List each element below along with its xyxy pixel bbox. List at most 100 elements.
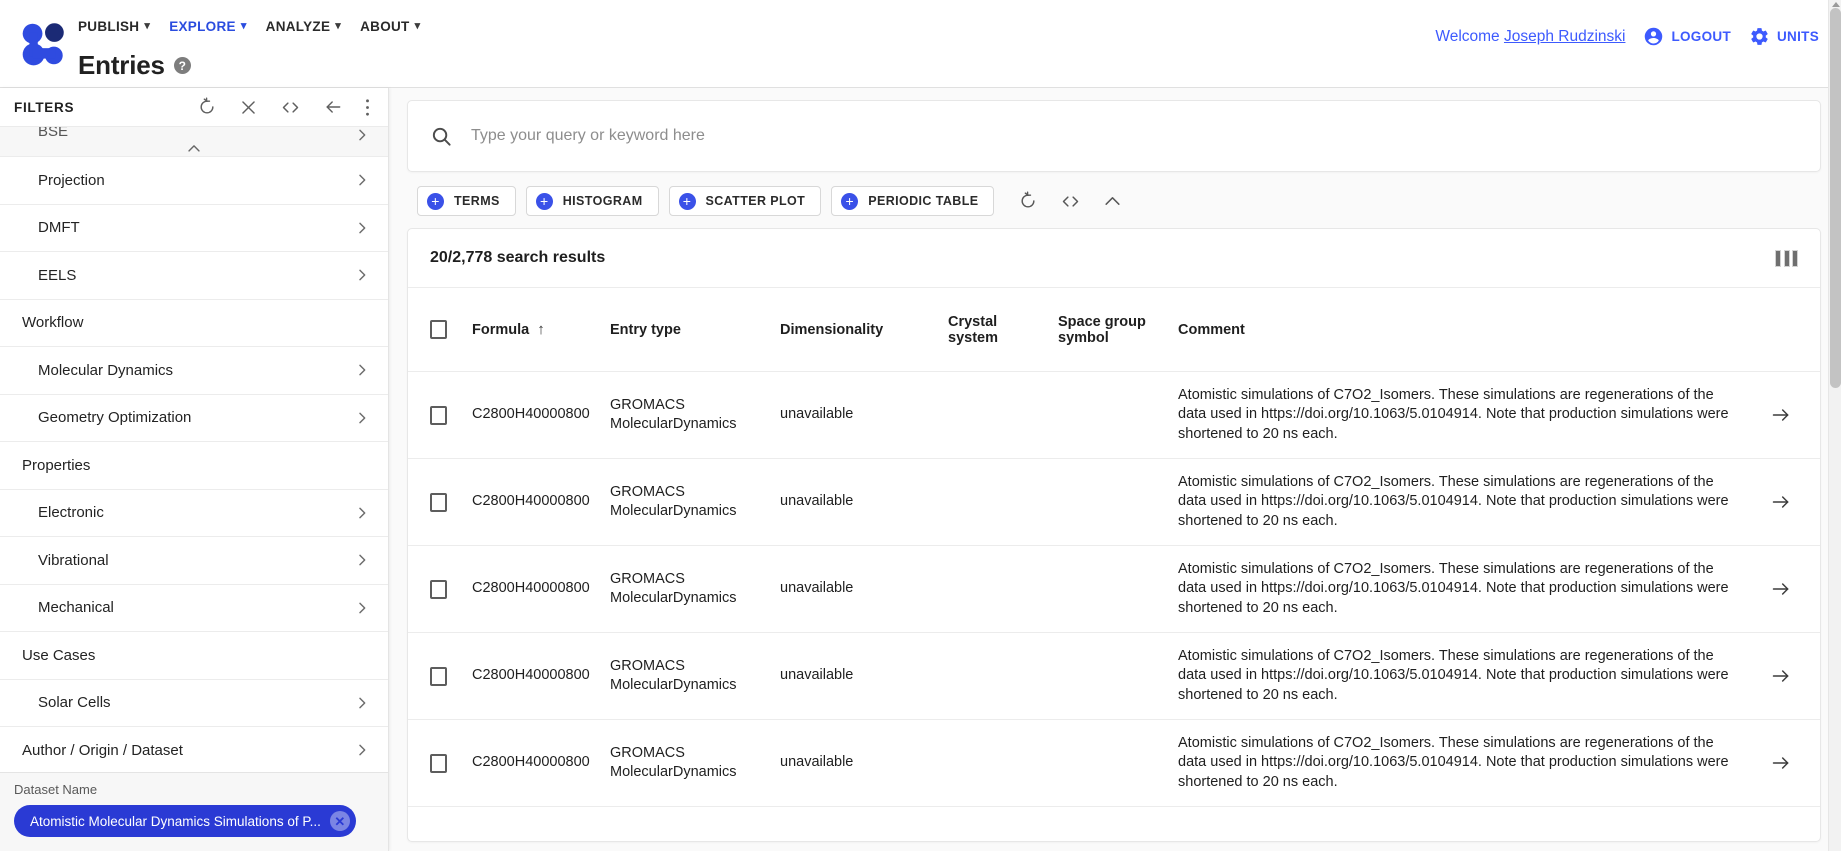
sidebar-item-label: EELS: [38, 266, 77, 284]
sidebar-item-projection[interactable]: Projection: [0, 157, 388, 205]
sidebar-item-label: Solar Cells: [38, 694, 111, 712]
cell-dimensionality: unavailable: [780, 719, 948, 807]
reset-viz-icon[interactable]: [1018, 191, 1038, 211]
arrow-right-icon[interactable]: [1750, 753, 1812, 773]
chevron-right-icon: [354, 267, 370, 283]
menu-item-about[interactable]: ABOUT ▾: [360, 19, 429, 34]
table-row[interactable]: C2800H40000800 GROMACS MolecularDynamics…: [408, 632, 1820, 720]
sidebar-item-vibrational[interactable]: Vibrational: [0, 537, 388, 585]
sidebar-item-geometry-optimization[interactable]: Geometry Optimization: [0, 394, 388, 442]
sidebar-item-electronic[interactable]: Electronic: [0, 489, 388, 537]
sidebar-item-bse[interactable]: BSE: [0, 127, 388, 157]
table-row[interactable]: C2800H40000800 GROMACS MolecularDynamics…: [408, 458, 1820, 546]
logout-label: LOGOUT: [1671, 29, 1731, 44]
select-all-checkbox[interactable]: [430, 320, 447, 339]
column-header-dimensionality[interactable]: Dimensionality: [780, 287, 948, 372]
row-checkbox[interactable]: [430, 753, 447, 773]
column-header-crystal-system[interactable]: Crystal system: [948, 287, 1058, 372]
table-row[interactable]: C2800H40000800 GROMACS MolecularDynamics…: [408, 719, 1820, 807]
arrow-right-icon[interactable]: [1750, 579, 1812, 599]
close-filters-icon[interactable]: [239, 98, 258, 117]
arrow-right-icon[interactable]: [1750, 492, 1812, 512]
cell-dimensionality: unavailable: [780, 371, 948, 459]
scrollbar-thumb[interactable]: [1830, 8, 1841, 388]
menu-item-explore[interactable]: EXPLORE ▾: [169, 19, 255, 34]
sidebar-item-mechanical[interactable]: Mechanical: [0, 584, 388, 632]
cell-open-entry[interactable]: [1750, 545, 1820, 633]
cell-open-entry[interactable]: [1750, 719, 1820, 807]
menu-item-about-label: ABOUT: [360, 18, 410, 34]
chevron-right-icon: [354, 505, 370, 521]
add-scatter-plot-label: SCATTER PLOT: [705, 194, 806, 208]
add-histogram-button[interactable]: + HISTOGRAM: [525, 186, 659, 216]
row-checkbox[interactable]: [430, 579, 447, 599]
results-table: Formula ↑ Entry type Dimensionality Crys…: [408, 287, 1820, 807]
user-name-link[interactable]: Joseph Rudzinski: [1504, 28, 1625, 45]
units-button[interactable]: UNITS: [1749, 26, 1819, 47]
page-scrollbar[interactable]: [1828, 0, 1841, 851]
back-filters-icon[interactable]: [323, 97, 343, 117]
columns-icon-bar: [1775, 249, 1781, 267]
add-periodic-table-button[interactable]: + PERIODIC TABLE: [831, 186, 995, 216]
code-viz-icon[interactable]: [1060, 191, 1081, 212]
table-row[interactable]: C2800H40000800 GROMACS MolecularDynamics…: [408, 371, 1820, 459]
row-checkbox[interactable]: [430, 405, 447, 425]
sidebar-item-label: Electronic: [38, 504, 104, 522]
column-header-comment[interactable]: Comment: [1178, 287, 1750, 372]
menu-item-publish[interactable]: PUBLISH ▾: [78, 19, 159, 34]
row-checkbox[interactable]: [430, 492, 447, 512]
arrow-right-icon[interactable]: [1750, 666, 1812, 686]
chevron-down-icon: ▾: [240, 19, 247, 32]
close-icon[interactable]: ✕: [329, 811, 350, 831]
logo-wrap[interactable]: [0, 0, 78, 88]
cell-entry-type: GROMACS MolecularDynamics: [610, 545, 780, 633]
add-scatter-plot-button[interactable]: + SCATTER PLOT: [668, 186, 822, 216]
sidebar-item-author-origin-dataset[interactable]: Author / Origin / Dataset: [0, 727, 388, 772]
gear-icon: [1751, 28, 1768, 45]
column-header-formula[interactable]: Formula ↑: [472, 287, 610, 372]
cell-crystal-system: [948, 545, 1058, 633]
cell-formula: C2800H40000800: [472, 371, 610, 459]
columns-icon[interactable]: [1775, 249, 1798, 267]
cell-open-entry[interactable]: [1750, 632, 1820, 720]
column-header-actions: [1750, 287, 1820, 372]
cell-open-entry[interactable]: [1750, 371, 1820, 459]
more-filters-icon[interactable]: [365, 98, 370, 117]
filters-list[interactable]: BSE Projection DMFT EELS Workflow Molecu…: [0, 126, 388, 772]
nomad-logo: [22, 23, 64, 66]
chevron-up-icon[interactable]: [186, 142, 203, 154]
sidebar-item-label: BSE: [38, 127, 69, 140]
scroll-up-arrow-icon[interactable]: [1832, 2, 1840, 7]
code-filters-icon[interactable]: [280, 97, 301, 118]
filters-sidebar: FILTERS BSE Projection DMFT EELS Workflo…: [0, 88, 389, 851]
sidebar-item-solar-cells[interactable]: Solar Cells: [0, 679, 388, 727]
table-row[interactable]: C2800H40000800 GROMACS MolecularDynamics…: [408, 545, 1820, 633]
sidebar-item-dmft[interactable]: DMFT: [0, 204, 388, 252]
menu-item-analyze-label: ANALYZE: [265, 18, 331, 34]
cell-dimensionality: unavailable: [780, 545, 948, 633]
dataset-chip[interactable]: Atomistic Molecular Dynamics Simulations…: [14, 805, 356, 837]
cell-comment: Atomistic simulations of C7O2_Isomers. T…: [1178, 632, 1750, 720]
row-checkbox[interactable]: [430, 666, 447, 686]
add-terms-button[interactable]: + TERMS: [417, 186, 516, 216]
cell-open-entry[interactable]: [1750, 458, 1820, 546]
column-header-space-group-symbol[interactable]: Space group symbol: [1058, 287, 1178, 372]
cell-formula: C2800H40000800: [472, 545, 610, 633]
search-input[interactable]: [469, 126, 1798, 146]
reset-filters-icon[interactable]: [197, 97, 217, 117]
collapse-viz-icon[interactable]: [1103, 194, 1122, 208]
sidebar-item-eels[interactable]: EELS: [0, 252, 388, 300]
arrow-right-icon[interactable]: [1750, 405, 1812, 425]
menu-item-analyze[interactable]: ANALYZE ▾: [266, 19, 350, 34]
cell-entry-type: GROMACS MolecularDynamics: [610, 632, 780, 720]
search-card: [407, 100, 1821, 172]
cell-space-group-symbol: [1058, 545, 1178, 633]
row-select-cell: [408, 371, 472, 459]
column-header-entry-type[interactable]: Entry type: [610, 287, 780, 372]
add-periodic-table-label: PERIODIC TABLE: [868, 194, 979, 208]
cell-space-group-symbol: [1058, 371, 1178, 459]
logout-button[interactable]: LOGOUT: [1643, 26, 1731, 47]
sidebar-item-molecular-dynamics[interactable]: Molecular Dynamics: [0, 347, 388, 395]
chevron-right-icon: [354, 362, 370, 378]
help-icon[interactable]: ?: [173, 57, 191, 74]
